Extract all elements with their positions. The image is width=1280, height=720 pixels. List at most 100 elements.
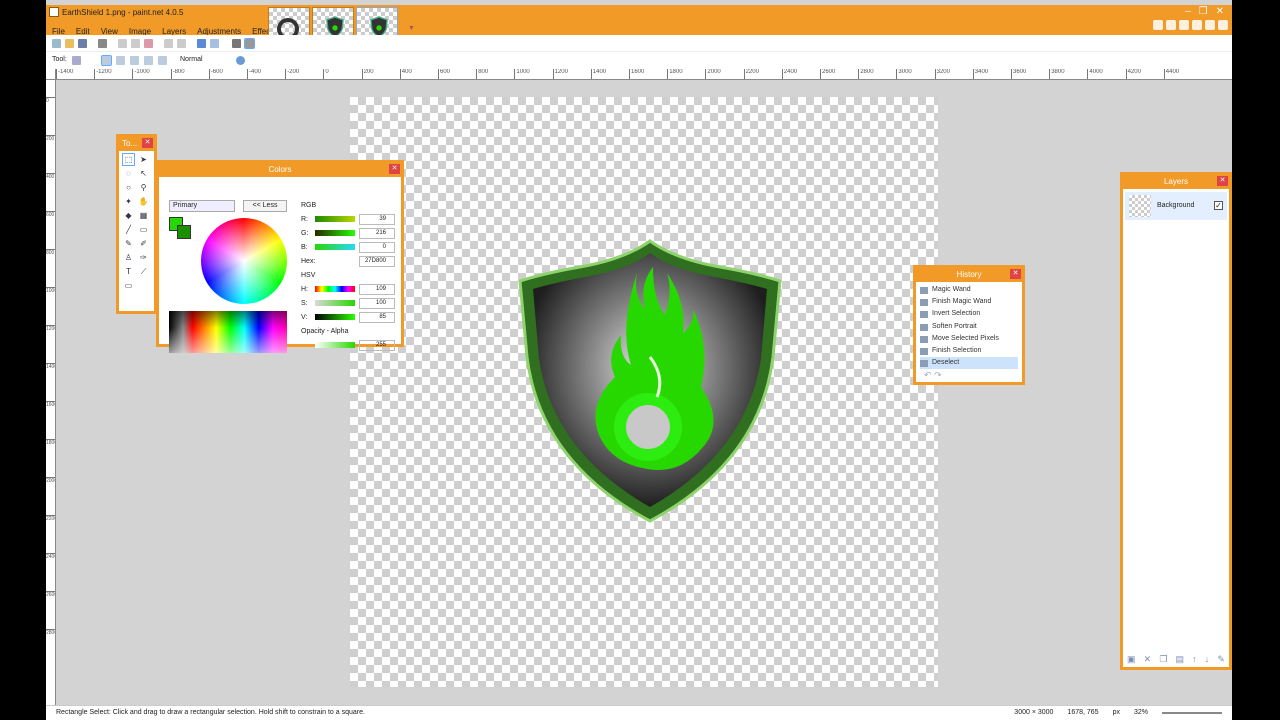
tool-picker-icon[interactable]	[72, 56, 81, 65]
history-toggle-icon[interactable]	[1166, 20, 1176, 30]
less-button[interactable]: << Less	[243, 200, 287, 212]
saturation-input[interactable]: 100	[359, 298, 395, 309]
pan-tool-icon[interactable]: ✋	[138, 196, 149, 207]
color-palette[interactable]	[169, 311, 287, 353]
paint-bucket-tool-icon[interactable]: ◆	[123, 210, 134, 221]
blue-slider[interactable]	[315, 244, 355, 250]
print-icon[interactable]	[98, 39, 107, 48]
move-selection-tool-icon[interactable]: ↖	[138, 168, 149, 179]
secondary-color-swatch[interactable]	[177, 225, 191, 239]
gradient-tool-icon[interactable]: ▦	[138, 210, 149, 221]
primary-secondary-select[interactable]: Primary	[169, 200, 235, 212]
move-layer-up-icon[interactable]: ↑	[1192, 654, 1197, 665]
antialias-icon[interactable]	[236, 56, 245, 65]
copy-icon[interactable]	[131, 39, 140, 48]
app-icon[interactable]	[49, 7, 59, 17]
settings-icon[interactable]	[1205, 20, 1215, 30]
move-selected-tool-icon[interactable]: ➤	[138, 154, 149, 165]
selection-mode-union-icon[interactable]	[116, 56, 125, 65]
value-input[interactable]: 85	[359, 312, 395, 323]
grid-icon[interactable]	[232, 39, 241, 48]
deselect-icon[interactable]	[177, 39, 186, 48]
selection-mode-exclude-icon[interactable]	[130, 56, 139, 65]
units-select[interactable]: px	[1113, 709, 1120, 716]
recolor-tool-icon[interactable]: ✑	[138, 252, 149, 263]
selection-mode-invert-icon[interactable]	[158, 56, 167, 65]
zoom-readout[interactable]: 32%	[1134, 709, 1148, 716]
blue-input[interactable]: 0	[359, 242, 395, 253]
value-slider[interactable]	[315, 314, 355, 320]
colors-window-titlebar[interactable]: Colors ✕	[159, 163, 401, 177]
history-item[interactable]: Invert Selection	[920, 308, 1018, 320]
eraser-tool-icon[interactable]: ▭	[138, 224, 149, 235]
history-window-titlebar[interactable]: History ✕	[916, 268, 1022, 282]
add-layer-icon[interactable]: ▣	[1127, 654, 1136, 665]
history-item[interactable]: Move Selected Pixels	[920, 333, 1018, 345]
close-button[interactable]: ✕	[1216, 6, 1224, 17]
rulers-icon[interactable]	[244, 38, 255, 49]
layer-visibility-checkbox[interactable]: ✓	[1214, 201, 1223, 210]
zoom-tool-icon[interactable]: ⚲	[138, 182, 149, 193]
green-slider[interactable]	[315, 230, 355, 236]
blend-mode-select[interactable]: Normal	[180, 56, 203, 63]
help-icon[interactable]	[1218, 20, 1228, 30]
open-icon[interactable]	[65, 39, 74, 48]
history-item[interactable]: Finish Selection	[920, 345, 1018, 357]
hue-input[interactable]: 109	[359, 284, 395, 295]
colors-toggle-icon[interactable]	[1192, 20, 1202, 30]
layer-row[interactable]: Background ✓	[1125, 192, 1227, 220]
minimize-button[interactable]: –	[1185, 6, 1191, 17]
alpha-slider[interactable]	[315, 342, 355, 348]
lasso-select-tool-icon[interactable]: ◌	[123, 168, 134, 179]
tools-window-titlebar[interactable]: To... ✕	[119, 137, 154, 151]
merge-layer-down-icon[interactable]: ▤	[1176, 654, 1185, 665]
tools-toggle-icon[interactable]	[1153, 20, 1163, 30]
history-item-current[interactable]: Deselect	[920, 357, 1018, 370]
redo-icon[interactable]	[210, 39, 219, 48]
tab-list-dropdown-icon[interactable]: ▼	[408, 25, 415, 32]
redo-icon[interactable]: ↷	[934, 370, 942, 380]
undo-icon[interactable]	[197, 39, 206, 48]
duplicate-layer-icon[interactable]: ❐	[1159, 654, 1167, 665]
image-canvas[interactable]	[350, 97, 938, 687]
new-icon[interactable]	[52, 39, 61, 48]
magic-wand-tool-icon[interactable]: ✦	[123, 196, 134, 207]
close-icon[interactable]: ✕	[389, 164, 400, 174]
paste-icon[interactable]	[144, 39, 153, 48]
color-picker-tool-icon[interactable]: ✐	[138, 238, 149, 249]
selection-mode-replace-icon[interactable]	[101, 55, 112, 66]
cut-icon[interactable]	[118, 39, 127, 48]
red-input[interactable]: 39	[359, 214, 395, 225]
close-icon[interactable]: ✕	[142, 138, 153, 148]
undo-icon[interactable]: ↶	[924, 370, 932, 380]
red-slider[interactable]	[315, 216, 355, 222]
saturation-slider[interactable]	[315, 300, 355, 306]
layers-window-titlebar[interactable]: Layers ✕	[1123, 175, 1229, 189]
delete-layer-icon[interactable]: ✕	[1144, 654, 1152, 665]
paintbrush-tool-icon[interactable]: ╱	[123, 224, 134, 235]
history-item[interactable]: Finish Magic Wand	[920, 296, 1018, 308]
save-icon[interactable]	[78, 39, 87, 48]
move-layer-down-icon[interactable]: ↓	[1205, 654, 1210, 665]
restore-button[interactable]: ❐	[1199, 6, 1208, 17]
color-wheel[interactable]	[201, 218, 287, 304]
ellipse-select-tool-icon[interactable]: ○	[123, 182, 134, 193]
hex-input[interactable]: 27D800	[359, 256, 395, 267]
selection-mode-intersect-icon[interactable]	[144, 56, 153, 65]
zoom-slider[interactable]	[1162, 711, 1222, 714]
layers-toggle-icon[interactable]	[1179, 20, 1189, 30]
close-icon[interactable]: ✕	[1217, 176, 1228, 186]
clone-stamp-tool-icon[interactable]: ♙	[123, 252, 134, 263]
hue-slider[interactable]	[315, 286, 355, 292]
close-icon[interactable]: ✕	[1010, 269, 1021, 279]
pencil-tool-icon[interactable]: ✎	[123, 238, 134, 249]
green-input[interactable]: 216	[359, 228, 395, 239]
history-item[interactable]: Magic Wand	[920, 284, 1018, 296]
rectangle-select-tool-icon[interactable]: ⬚	[122, 153, 135, 166]
text-tool-icon[interactable]: T	[123, 266, 134, 277]
shapes-tool-icon[interactable]: ▭	[123, 280, 134, 291]
history-item[interactable]: Soften Portrait	[920, 321, 1018, 333]
layer-properties-icon[interactable]: ✎	[1217, 654, 1225, 665]
crop-icon[interactable]	[164, 39, 173, 48]
alpha-input[interactable]: 255	[359, 340, 395, 351]
